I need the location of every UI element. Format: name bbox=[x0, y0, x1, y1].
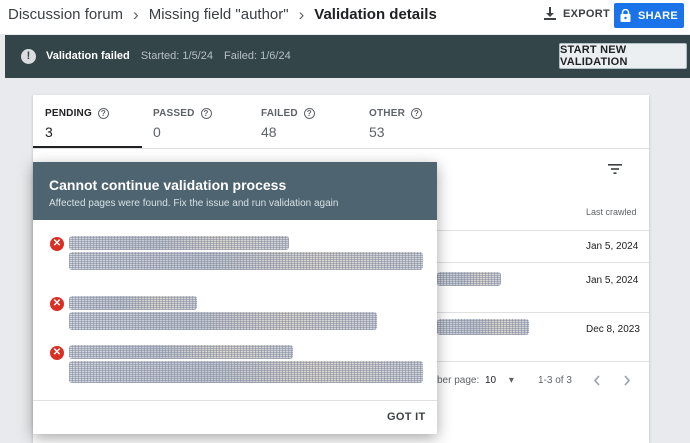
pagination-range: 1-3 of 3 bbox=[538, 375, 572, 386]
tab-label: PASSED bbox=[153, 108, 195, 119]
column-last-crawled[interactable]: Last crawled bbox=[586, 207, 637, 217]
error-icon: ✕ bbox=[50, 346, 64, 360]
tab-count: 3 bbox=[45, 124, 53, 140]
dialog-subtitle: Affected pages were found. Fix the issue… bbox=[49, 198, 339, 209]
status-failed: Failed: 1/6/24 bbox=[224, 50, 291, 62]
validation-error-dialog: Cannot continue validation process Affec… bbox=[33, 162, 437, 434]
status-text: Validation failed Started: 1/5/24 Failed… bbox=[46, 50, 299, 62]
status-started: Started: 1/5/24 bbox=[140, 50, 213, 62]
validation-status-bar: ! Validation failed Started: 1/5/24 Fail… bbox=[5, 35, 690, 78]
help-icon[interactable]: ? bbox=[303, 108, 315, 119]
dialog-title: Cannot continue validation process bbox=[49, 177, 287, 193]
blurred-url bbox=[69, 345, 293, 359]
chevron-right-icon[interactable] bbox=[623, 375, 631, 386]
help-icon[interactable]: ? bbox=[411, 108, 422, 119]
info-icon: ! bbox=[21, 49, 36, 64]
dialog-header: Cannot continue validation process Affec… bbox=[33, 162, 437, 220]
tab-passed[interactable]: PASSED? 0 bbox=[141, 95, 249, 148]
row-date: Dec 8, 2023 bbox=[586, 324, 640, 335]
tab-failed[interactable]: FAILED? 48 bbox=[249, 95, 357, 148]
blurred-url bbox=[437, 272, 501, 286]
filter-icon[interactable] bbox=[608, 163, 622, 175]
blurred-url bbox=[69, 236, 289, 250]
share-label: SHARE bbox=[637, 9, 678, 22]
help-icon[interactable]: ? bbox=[200, 108, 212, 119]
lock-icon bbox=[620, 9, 631, 22]
blurred-url bbox=[69, 312, 377, 330]
breadcrumb-separator: › bbox=[298, 5, 305, 24]
tab-pending[interactable]: PENDING? 3 bbox=[33, 95, 142, 148]
blurred-url bbox=[69, 361, 423, 383]
tab-label: PENDING bbox=[45, 108, 92, 119]
blurred-url bbox=[437, 319, 529, 335]
dialog-divider bbox=[33, 400, 437, 401]
tabs-divider bbox=[33, 148, 649, 149]
row-date: Jan 5, 2024 bbox=[586, 275, 639, 286]
tab-count: 53 bbox=[369, 124, 385, 140]
chevron-down-icon: ▾ bbox=[508, 375, 514, 386]
tab-count: 0 bbox=[153, 124, 161, 140]
got-it-button[interactable]: GOT IT bbox=[387, 411, 425, 423]
top-bar: Discussion forum › Missing field "author… bbox=[0, 0, 690, 34]
help-icon[interactable]: ? bbox=[97, 108, 109, 119]
breadcrumb-item-forum[interactable]: Discussion forum bbox=[8, 6, 123, 23]
download-icon bbox=[544, 7, 556, 20]
breadcrumb-item-issue[interactable]: Missing field "author" bbox=[149, 6, 289, 23]
tab-other[interactable]: OTHER? 53 bbox=[357, 95, 465, 148]
export-label: EXPORT bbox=[563, 7, 611, 20]
tab-label: OTHER bbox=[369, 108, 405, 119]
row-date: Jan 5, 2024 bbox=[586, 241, 639, 252]
export-button[interactable]: EXPORT bbox=[544, 7, 610, 20]
blurred-url bbox=[69, 252, 423, 270]
start-new-validation-button[interactable]: START NEW VALIDATION bbox=[559, 43, 687, 69]
chevron-left-icon[interactable] bbox=[593, 375, 601, 386]
page-title: Validation details bbox=[314, 6, 437, 23]
blurred-url bbox=[69, 296, 197, 310]
rows-per-page-select[interactable]: 10 ▾ bbox=[485, 375, 514, 386]
breadcrumb-separator: › bbox=[133, 5, 139, 24]
breadcrumb: Discussion forum › Missing field "author… bbox=[8, 6, 437, 23]
error-icon: ✕ bbox=[50, 297, 64, 311]
rows-per-page-label: ber page: bbox=[437, 375, 480, 386]
tab-count: 48 bbox=[261, 124, 277, 140]
error-icon: ✕ bbox=[50, 237, 64, 251]
rows-per-page-value: 10 bbox=[485, 375, 497, 386]
tab-label: FAILED bbox=[261, 108, 298, 119]
status-title: Validation failed bbox=[46, 50, 130, 62]
share-button[interactable]: SHARE bbox=[614, 3, 684, 28]
